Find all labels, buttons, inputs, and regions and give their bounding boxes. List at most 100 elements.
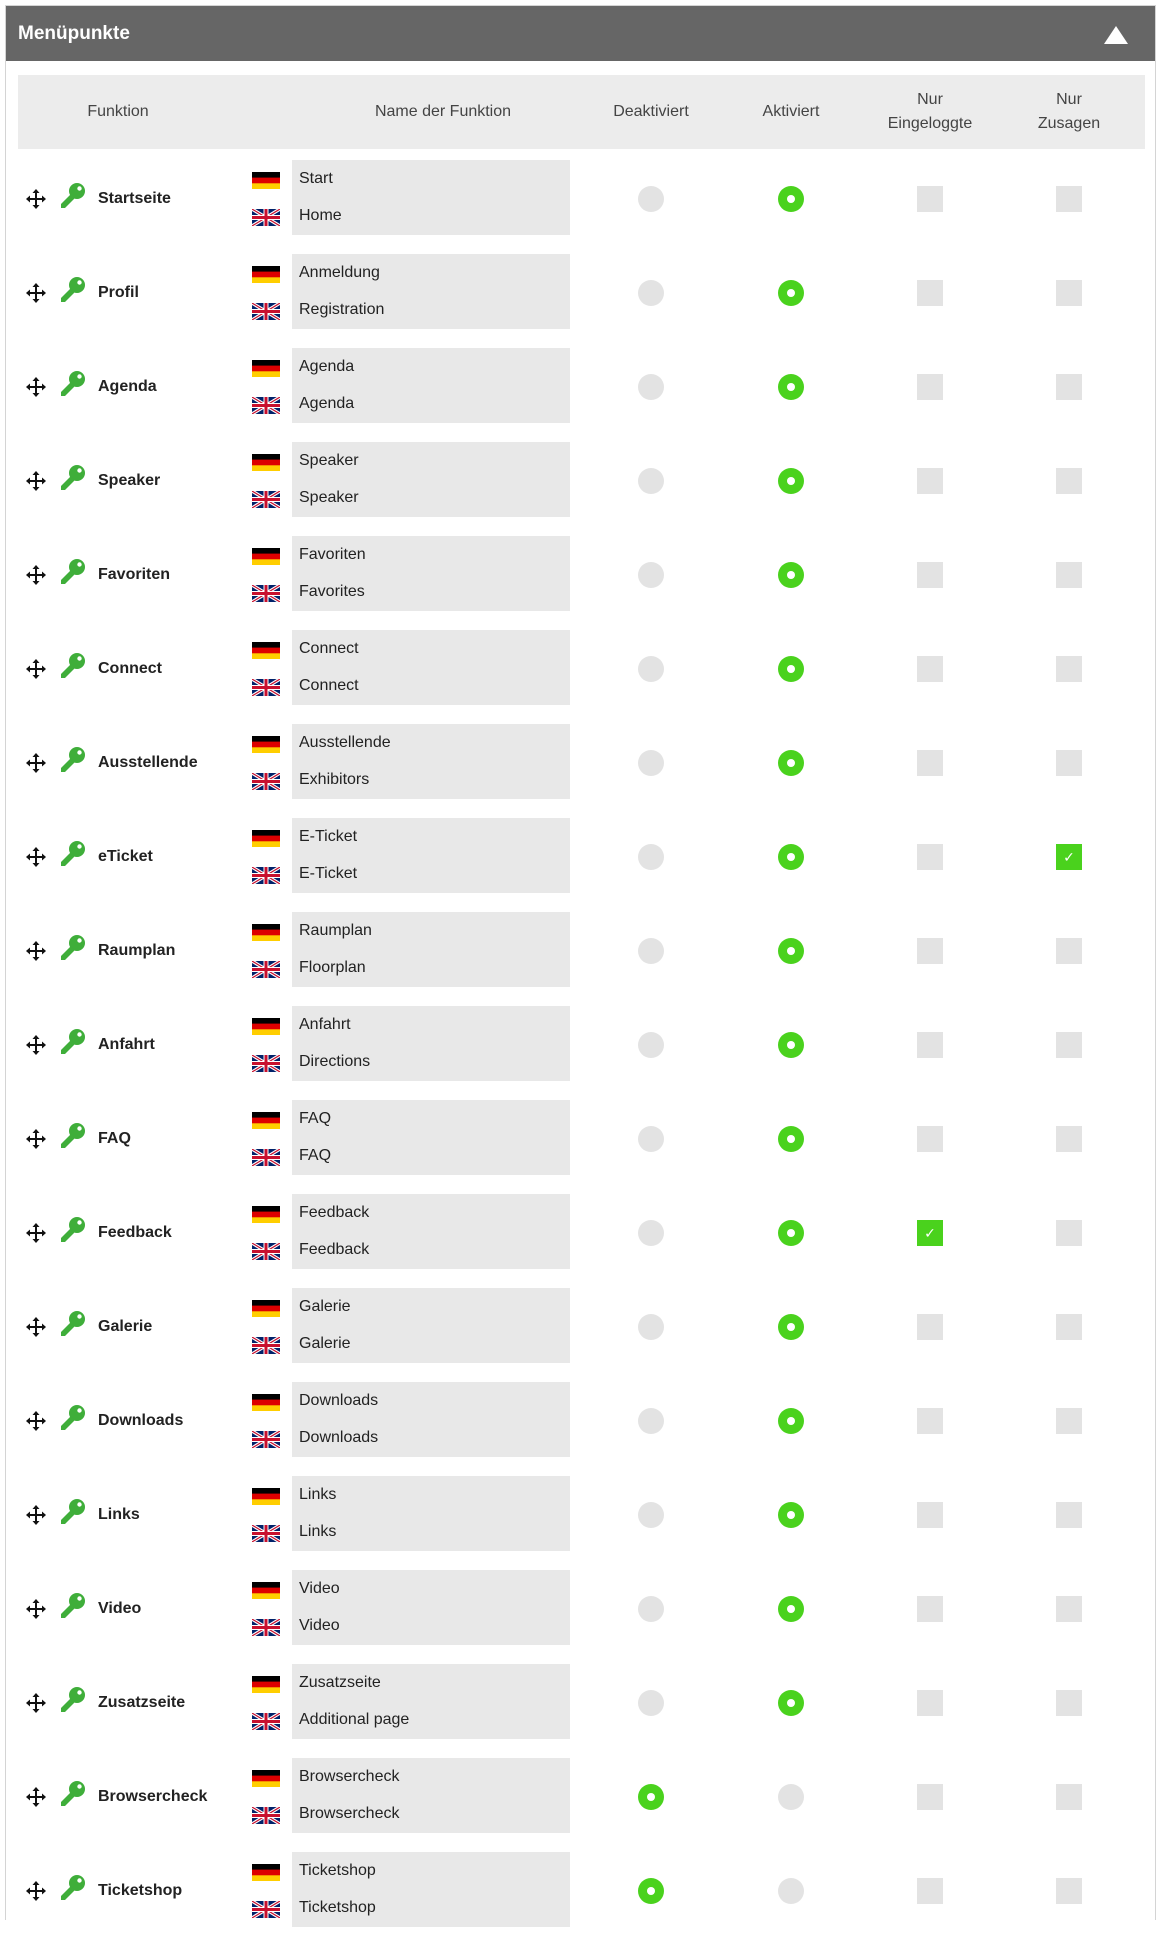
deaktiviert-radio[interactable]: [638, 186, 664, 212]
nur-eingeloggte-checkbox[interactable]: [917, 374, 943, 400]
move-arrows-icon[interactable]: [26, 1599, 46, 1619]
nur-eingeloggte-checkbox[interactable]: [917, 1032, 943, 1058]
nur-zusagen-checkbox[interactable]: [1056, 468, 1082, 494]
name-de-input[interactable]: [292, 1574, 570, 1604]
deaktiviert-radio[interactable]: [638, 1502, 664, 1528]
deaktiviert-radio[interactable]: [638, 1032, 664, 1058]
nur-zusagen-checkbox[interactable]: [1056, 1596, 1082, 1622]
name-de-input[interactable]: [292, 916, 570, 946]
deaktiviert-radio[interactable]: [638, 1126, 664, 1152]
nur-eingeloggte-checkbox[interactable]: [917, 1314, 943, 1340]
deaktiviert-radio[interactable]: [638, 468, 664, 494]
nur-eingeloggte-checkbox[interactable]: [917, 468, 943, 494]
move-arrows-icon[interactable]: [26, 1035, 46, 1055]
deaktiviert-radio[interactable]: [638, 562, 664, 588]
aktiviert-radio[interactable]: [778, 938, 804, 964]
name-de-input[interactable]: [292, 1292, 570, 1322]
nur-zusagen-checkbox[interactable]: [1056, 1032, 1082, 1058]
name-en-input[interactable]: [292, 1235, 570, 1265]
nur-zusagen-checkbox[interactable]: [1056, 1408, 1082, 1434]
name-de-input[interactable]: [292, 1856, 570, 1886]
move-arrows-icon[interactable]: [26, 1129, 46, 1149]
nur-zusagen-checkbox[interactable]: [1056, 1878, 1082, 1904]
name-en-input[interactable]: [292, 1141, 570, 1171]
name-de-input[interactable]: [292, 540, 570, 570]
nur-eingeloggte-checkbox[interactable]: [917, 938, 943, 964]
name-en-input[interactable]: [292, 953, 570, 983]
nur-eingeloggte-checkbox[interactable]: [917, 280, 943, 306]
move-arrows-icon[interactable]: [26, 1881, 46, 1901]
aktiviert-radio[interactable]: [778, 1314, 804, 1340]
name-de-input[interactable]: [292, 258, 570, 288]
name-de-input[interactable]: [292, 1010, 570, 1040]
move-arrows-icon[interactable]: [26, 377, 46, 397]
move-arrows-icon[interactable]: [26, 753, 46, 773]
nur-eingeloggte-checkbox[interactable]: [917, 1878, 943, 1904]
nur-eingeloggte-checkbox[interactable]: [917, 1690, 943, 1716]
move-arrows-icon[interactable]: [26, 659, 46, 679]
move-arrows-icon[interactable]: [26, 1787, 46, 1807]
triangle-up-icon[interactable]: [1102, 24, 1130, 46]
nur-eingeloggte-checkbox[interactable]: [917, 844, 943, 870]
deaktiviert-radio[interactable]: [638, 374, 664, 400]
nur-zusagen-checkbox[interactable]: [1056, 1784, 1082, 1810]
nur-zusagen-checkbox[interactable]: [1056, 1314, 1082, 1340]
aktiviert-radio[interactable]: [778, 186, 804, 212]
deaktiviert-radio[interactable]: [638, 1784, 664, 1810]
name-en-input[interactable]: [292, 295, 570, 325]
name-en-input[interactable]: [292, 1329, 570, 1359]
aktiviert-radio[interactable]: [778, 1502, 804, 1528]
name-en-input[interactable]: [292, 859, 570, 889]
deaktiviert-radio[interactable]: [638, 844, 664, 870]
nur-zusagen-checkbox[interactable]: [1056, 750, 1082, 776]
aktiviert-radio[interactable]: [778, 1596, 804, 1622]
name-en-input[interactable]: [292, 201, 570, 231]
name-en-input[interactable]: [292, 1047, 570, 1077]
aktiviert-radio[interactable]: [778, 1220, 804, 1246]
move-arrows-icon[interactable]: [26, 1505, 46, 1525]
nur-eingeloggte-checkbox[interactable]: ✓: [917, 1220, 943, 1246]
nur-eingeloggte-checkbox[interactable]: [917, 656, 943, 682]
name-en-input[interactable]: [292, 765, 570, 795]
deaktiviert-radio[interactable]: [638, 280, 664, 306]
nur-eingeloggte-checkbox[interactable]: [917, 750, 943, 776]
name-de-input[interactable]: [292, 164, 570, 194]
aktiviert-radio[interactable]: [778, 1784, 804, 1810]
name-de-input[interactable]: [292, 1198, 570, 1228]
nur-zusagen-checkbox[interactable]: ✓: [1056, 844, 1082, 870]
move-arrows-icon[interactable]: [26, 941, 46, 961]
nur-eingeloggte-checkbox[interactable]: [917, 562, 943, 588]
name-de-input[interactable]: [292, 822, 570, 852]
move-arrows-icon[interactable]: [26, 471, 46, 491]
deaktiviert-radio[interactable]: [638, 938, 664, 964]
deaktiviert-radio[interactable]: [638, 1878, 664, 1904]
move-arrows-icon[interactable]: [26, 1317, 46, 1337]
aktiviert-radio[interactable]: [778, 1408, 804, 1434]
move-arrows-icon[interactable]: [26, 565, 46, 585]
deaktiviert-radio[interactable]: [638, 750, 664, 776]
name-en-input[interactable]: [292, 671, 570, 701]
nur-zusagen-checkbox[interactable]: [1056, 1502, 1082, 1528]
nur-zusagen-checkbox[interactable]: [1056, 280, 1082, 306]
nur-eingeloggte-checkbox[interactable]: [917, 1596, 943, 1622]
nur-eingeloggte-checkbox[interactable]: [917, 1784, 943, 1810]
nur-zusagen-checkbox[interactable]: [1056, 1126, 1082, 1152]
aktiviert-radio[interactable]: [778, 750, 804, 776]
aktiviert-radio[interactable]: [778, 562, 804, 588]
name-de-input[interactable]: [292, 1480, 570, 1510]
aktiviert-radio[interactable]: [778, 1878, 804, 1904]
deaktiviert-radio[interactable]: [638, 1220, 664, 1246]
name-en-input[interactable]: [292, 1705, 570, 1735]
aktiviert-radio[interactable]: [778, 844, 804, 870]
nur-zusagen-checkbox[interactable]: [1056, 938, 1082, 964]
deaktiviert-radio[interactable]: [638, 1596, 664, 1622]
nur-eingeloggte-checkbox[interactable]: [917, 1408, 943, 1434]
aktiviert-radio[interactable]: [778, 1032, 804, 1058]
move-arrows-icon[interactable]: [26, 847, 46, 867]
nur-eingeloggte-checkbox[interactable]: [917, 1126, 943, 1152]
name-de-input[interactable]: [292, 446, 570, 476]
aktiviert-radio[interactable]: [778, 1126, 804, 1152]
name-de-input[interactable]: [292, 352, 570, 382]
move-arrows-icon[interactable]: [26, 1693, 46, 1713]
nur-eingeloggte-checkbox[interactable]: [917, 1502, 943, 1528]
